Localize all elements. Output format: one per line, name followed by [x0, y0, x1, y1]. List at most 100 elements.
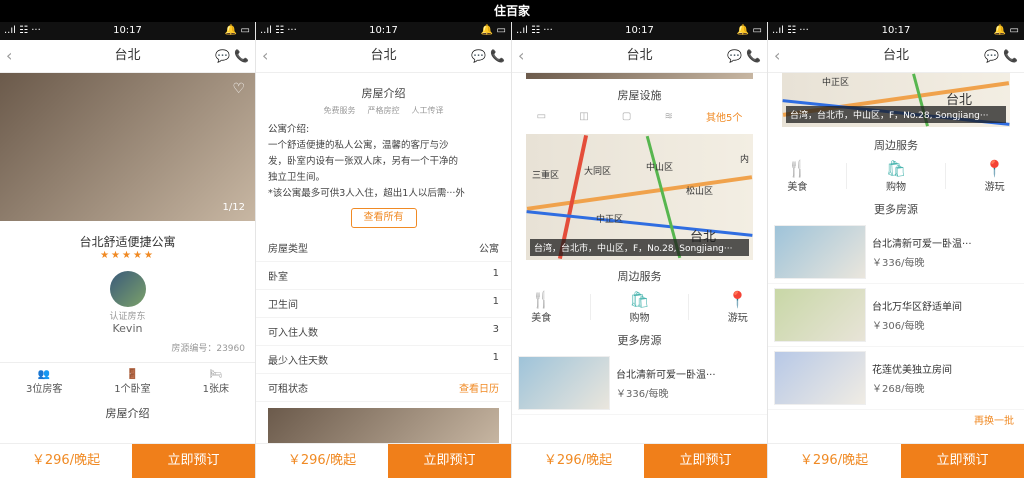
- phone-icon[interactable]: 📞: [746, 49, 761, 63]
- listing-text: 台北万华区舒适单间 ￥306/每晚: [866, 298, 1017, 332]
- back-icon[interactable]: ‹: [774, 40, 780, 72]
- intro-line: 公寓介绍:: [268, 124, 310, 135]
- map-road: [526, 210, 753, 238]
- service-shopping[interactable]: 🛍 购物: [629, 290, 649, 324]
- room-photo[interactable]: ♡ 1/12: [0, 73, 255, 221]
- status-time: 10:17: [369, 25, 398, 36]
- listing-thumbnail: [774, 351, 866, 405]
- location-map[interactable]: 大同区 中山区 松山区 中正区 台北 三重区 内 台湾，台北市，中山区，F，No…: [526, 134, 753, 260]
- service-label: 购物: [885, 182, 906, 193]
- intro-line: 一个舒适便捷的私人公寓，温馨的客厅与沙: [268, 140, 449, 151]
- detail-value: 1: [492, 268, 499, 279]
- detail-row: 房屋类型 公寓: [256, 234, 511, 262]
- map-road: [526, 174, 753, 211]
- map-label: 大同区: [584, 167, 612, 177]
- nav-title: 台北: [370, 48, 397, 63]
- phone-icon[interactable]: 📞: [490, 49, 505, 63]
- service-food[interactable]: 🍴 美食: [787, 159, 807, 193]
- services-row: 🍴 美食 🛍 购物 📍 游玩: [768, 157, 1024, 195]
- price-label: ￥296/晚起: [287, 453, 357, 468]
- phone-icon[interactable]: 📞: [1003, 49, 1018, 63]
- nav-bar: ‹ 台北 💬 📞: [0, 40, 255, 73]
- status-bar: ..ıl ☷ ··· 10:17 🔔 ▭: [0, 22, 255, 40]
- nav-title: 台北: [882, 48, 909, 63]
- more-facilities-link[interactable]: 其他5个: [706, 109, 742, 124]
- more-listings-title: 更多房源: [874, 203, 918, 216]
- view-all-button[interactable]: 查看所有: [350, 208, 417, 228]
- tag-free-service: 免费服务: [323, 106, 356, 115]
- stat-label: 1个卧室: [114, 384, 151, 395]
- facilities-title: 房屋设施: [617, 89, 662, 102]
- book-now-button[interactable]: 立即预订: [388, 444, 511, 478]
- location-map[interactable]: 中正区 台北 台湾，台北市，中山区，F，No.28, Songjiang···: [782, 73, 1010, 127]
- divider: [944, 163, 946, 189]
- listing-item[interactable]: 台北清新可爱一卧温··· ￥336/每晚: [512, 352, 767, 415]
- host-avatar[interactable]: [109, 271, 146, 307]
- detail-key: 卫生间: [268, 300, 298, 311]
- service-shopping[interactable]: 🛍 购物: [886, 159, 906, 193]
- status-time: 10:17: [113, 25, 142, 36]
- listing-text: 花莲优美独立房间 ￥268/每晚: [866, 361, 1017, 395]
- nav-bar: ‹ 台北 💬 📞: [256, 40, 511, 73]
- service-food[interactable]: 🍴 美食: [531, 290, 551, 324]
- room-photo[interactable]: [268, 408, 499, 448]
- food-icon: 🍴: [787, 159, 808, 178]
- rating-stars: ★★★★★: [100, 250, 155, 261]
- back-icon[interactable]: ‹: [262, 40, 268, 72]
- divider: [846, 163, 848, 189]
- app-title-bar: 住百家: [0, 0, 1024, 22]
- shopping-icon: 🛍: [885, 159, 907, 178]
- listing-item[interactable]: 台北万华区舒适单间 ￥306/每晚: [768, 284, 1024, 347]
- listing-item[interactable]: 台北清新可爱一卧温··· ￥336/每晚: [768, 221, 1024, 284]
- back-icon[interactable]: ‹: [6, 40, 12, 72]
- booking-bar: ￥296/晚起 立即预订: [256, 443, 511, 478]
- map-label: 内: [739, 155, 749, 165]
- phone-icon[interactable]: 📞: [234, 49, 249, 63]
- intro-line: 独立卫生间。: [268, 172, 326, 183]
- chat-icon[interactable]: 💬: [215, 49, 230, 63]
- screen-3: ..ıl ☷ ··· 10:17 🔔 ▭ ‹ 台北 💬 📞 房屋设施 ▭ ◫ ▢…: [512, 22, 768, 478]
- chat-icon[interactable]: 💬: [471, 49, 486, 63]
- listing-item[interactable]: 花莲优美独立房间 ￥268/每晚: [768, 347, 1024, 410]
- detail-value: 公寓: [479, 244, 499, 255]
- service-label: 游玩: [984, 182, 1005, 193]
- detail-row: 最少入住天数 1: [256, 346, 511, 374]
- travel-icon: 📍: [984, 159, 1005, 178]
- service-travel[interactable]: 📍 游玩: [728, 290, 748, 324]
- room-stats: 👥 3位房客 🚪 1个卧室 🛏 1张床: [0, 362, 255, 395]
- listing-title: 台北舒适便捷公寓: [79, 235, 176, 249]
- stat-label: 3位房客: [25, 384, 63, 395]
- photo-counter: 1/12: [222, 202, 245, 213]
- detail-key: 卧室: [268, 272, 288, 283]
- service-label: 购物: [629, 313, 650, 324]
- detail-value: 1: [492, 296, 499, 307]
- chat-icon[interactable]: 💬: [727, 49, 742, 63]
- back-icon[interactable]: ‹: [518, 40, 524, 72]
- listing-title: 花莲优美独立房间: [872, 365, 952, 376]
- book-now-button[interactable]: 立即预订: [132, 444, 255, 478]
- monitor-icon: ▢: [621, 111, 632, 122]
- nav-actions: 💬 📞: [215, 40, 249, 72]
- view-calendar-link[interactable]: 查看日历: [459, 380, 499, 395]
- refresh-batch-link[interactable]: 再换一批: [768, 410, 1024, 429]
- bed-icon: 🛏: [209, 369, 223, 380]
- travel-icon: 📍: [727, 290, 748, 309]
- nav-bar: ‹ 台北 💬 📞: [512, 40, 767, 73]
- detail-row: 可租状态 查看日历: [256, 374, 511, 402]
- service-travel[interactable]: 📍 游玩: [985, 159, 1005, 193]
- price-label: ￥296/晚起: [31, 453, 101, 468]
- listing-title: 台北清新可爱一卧温···: [872, 239, 972, 250]
- book-now-button[interactable]: 立即预订: [901, 444, 1024, 478]
- detail-key: 最少入住天数: [268, 356, 328, 367]
- room-number: 房源编号：23960: [171, 344, 245, 354]
- intro-title: 房屋介绍: [105, 407, 150, 420]
- map-label: 中正区: [822, 78, 850, 88]
- nav-title: 台北: [626, 48, 653, 63]
- listing-price: ￥306/每晚: [872, 321, 925, 332]
- stat-guests: 👥 3位房客: [26, 369, 62, 395]
- battery-indicator: 🔔 ▭: [480, 25, 506, 36]
- favorite-heart-icon[interactable]: ♡: [232, 81, 245, 97]
- book-now-button[interactable]: 立即预订: [644, 444, 767, 478]
- status-bar: ..ıl ☷ ··· 10:17 🔔 ▭: [512, 22, 767, 40]
- chat-icon[interactable]: 💬: [984, 49, 999, 63]
